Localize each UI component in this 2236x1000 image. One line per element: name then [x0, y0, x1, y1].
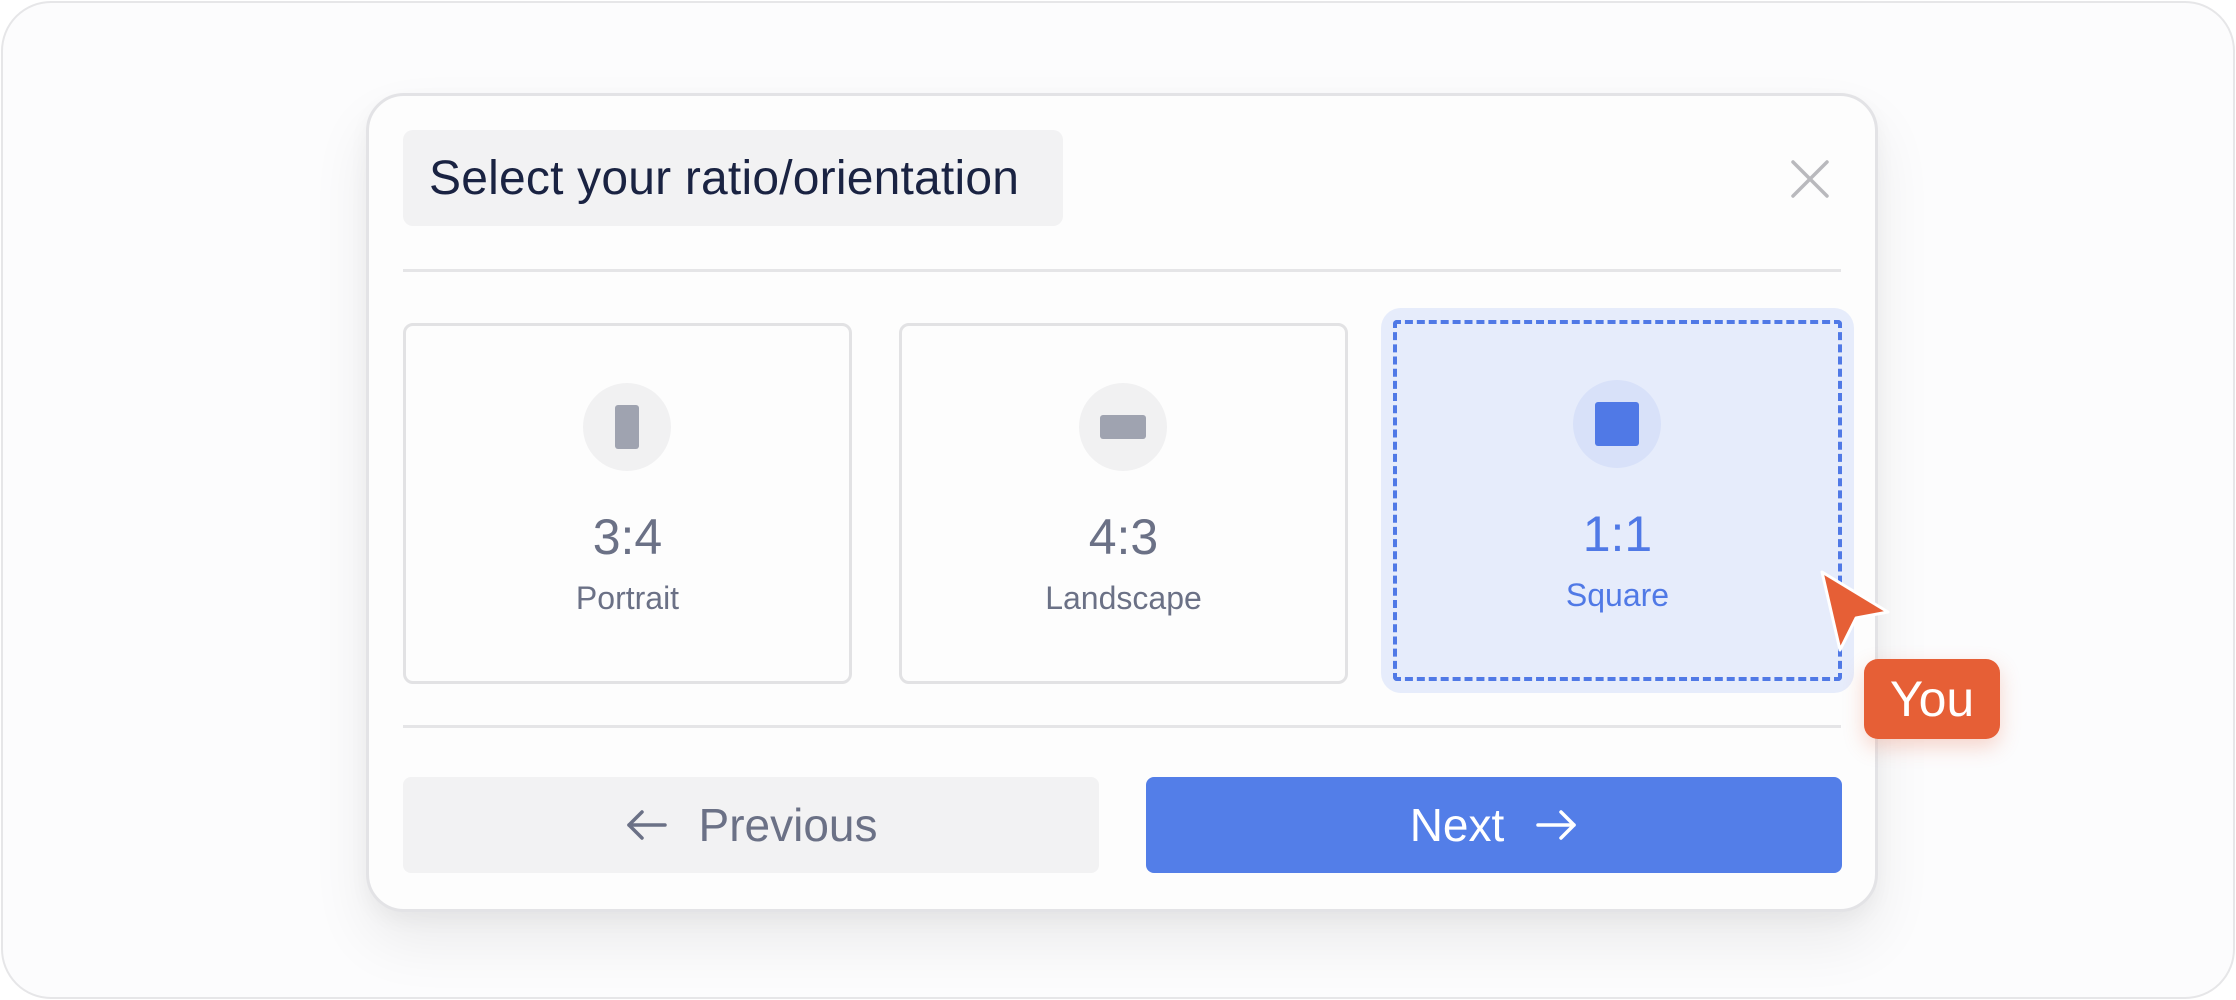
close-button[interactable]: [1787, 156, 1833, 202]
option-ratio: 4:3: [1088, 509, 1159, 565]
option-label: Landscape: [1045, 580, 1202, 616]
option-icon-wrap: [1573, 380, 1661, 468]
user-cursor-label: You: [1889, 671, 1975, 727]
option-card-landscape[interactable]: 4:3 Landscape: [899, 323, 1348, 684]
selection-outline: [1393, 320, 1842, 681]
option-ratio: 3:4: [592, 509, 663, 565]
landscape-rect-icon: [1100, 415, 1146, 439]
option-label: Square: [1565, 577, 1670, 613]
next-button[interactable]: Next: [1146, 777, 1842, 873]
dialog-title: Select your ratio/orientation: [429, 151, 1020, 205]
pointer-cursor-icon: [1820, 570, 1890, 652]
arrow-left-icon: [626, 810, 667, 840]
ratio-dialog: Select your ratio/orientation 3:4 Portra…: [366, 93, 1878, 912]
arrow-right-icon: [1536, 810, 1577, 840]
option-ratio: 1:1: [1582, 506, 1653, 562]
option-card-portrait[interactable]: 3:4 Portrait: [403, 323, 852, 684]
header-divider: [403, 269, 1841, 272]
dialog-title-box: Select your ratio/orientation: [403, 130, 1063, 226]
footer-divider: [403, 725, 1841, 728]
option-label: Portrait: [575, 580, 680, 616]
portrait-rect-icon: [615, 405, 639, 449]
previous-label: Previous: [698, 799, 878, 851]
option-icon-wrap: [583, 383, 671, 471]
option-icon-wrap: [1079, 383, 1167, 471]
user-cursor-tag: You: [1864, 659, 2000, 739]
square-icon: [1595, 402, 1639, 446]
option-card-square[interactable]: 1:1 Square: [1381, 308, 1854, 693]
next-label: Next: [1409, 799, 1505, 851]
previous-button[interactable]: Previous: [403, 777, 1099, 873]
close-icon: [1791, 160, 1829, 198]
